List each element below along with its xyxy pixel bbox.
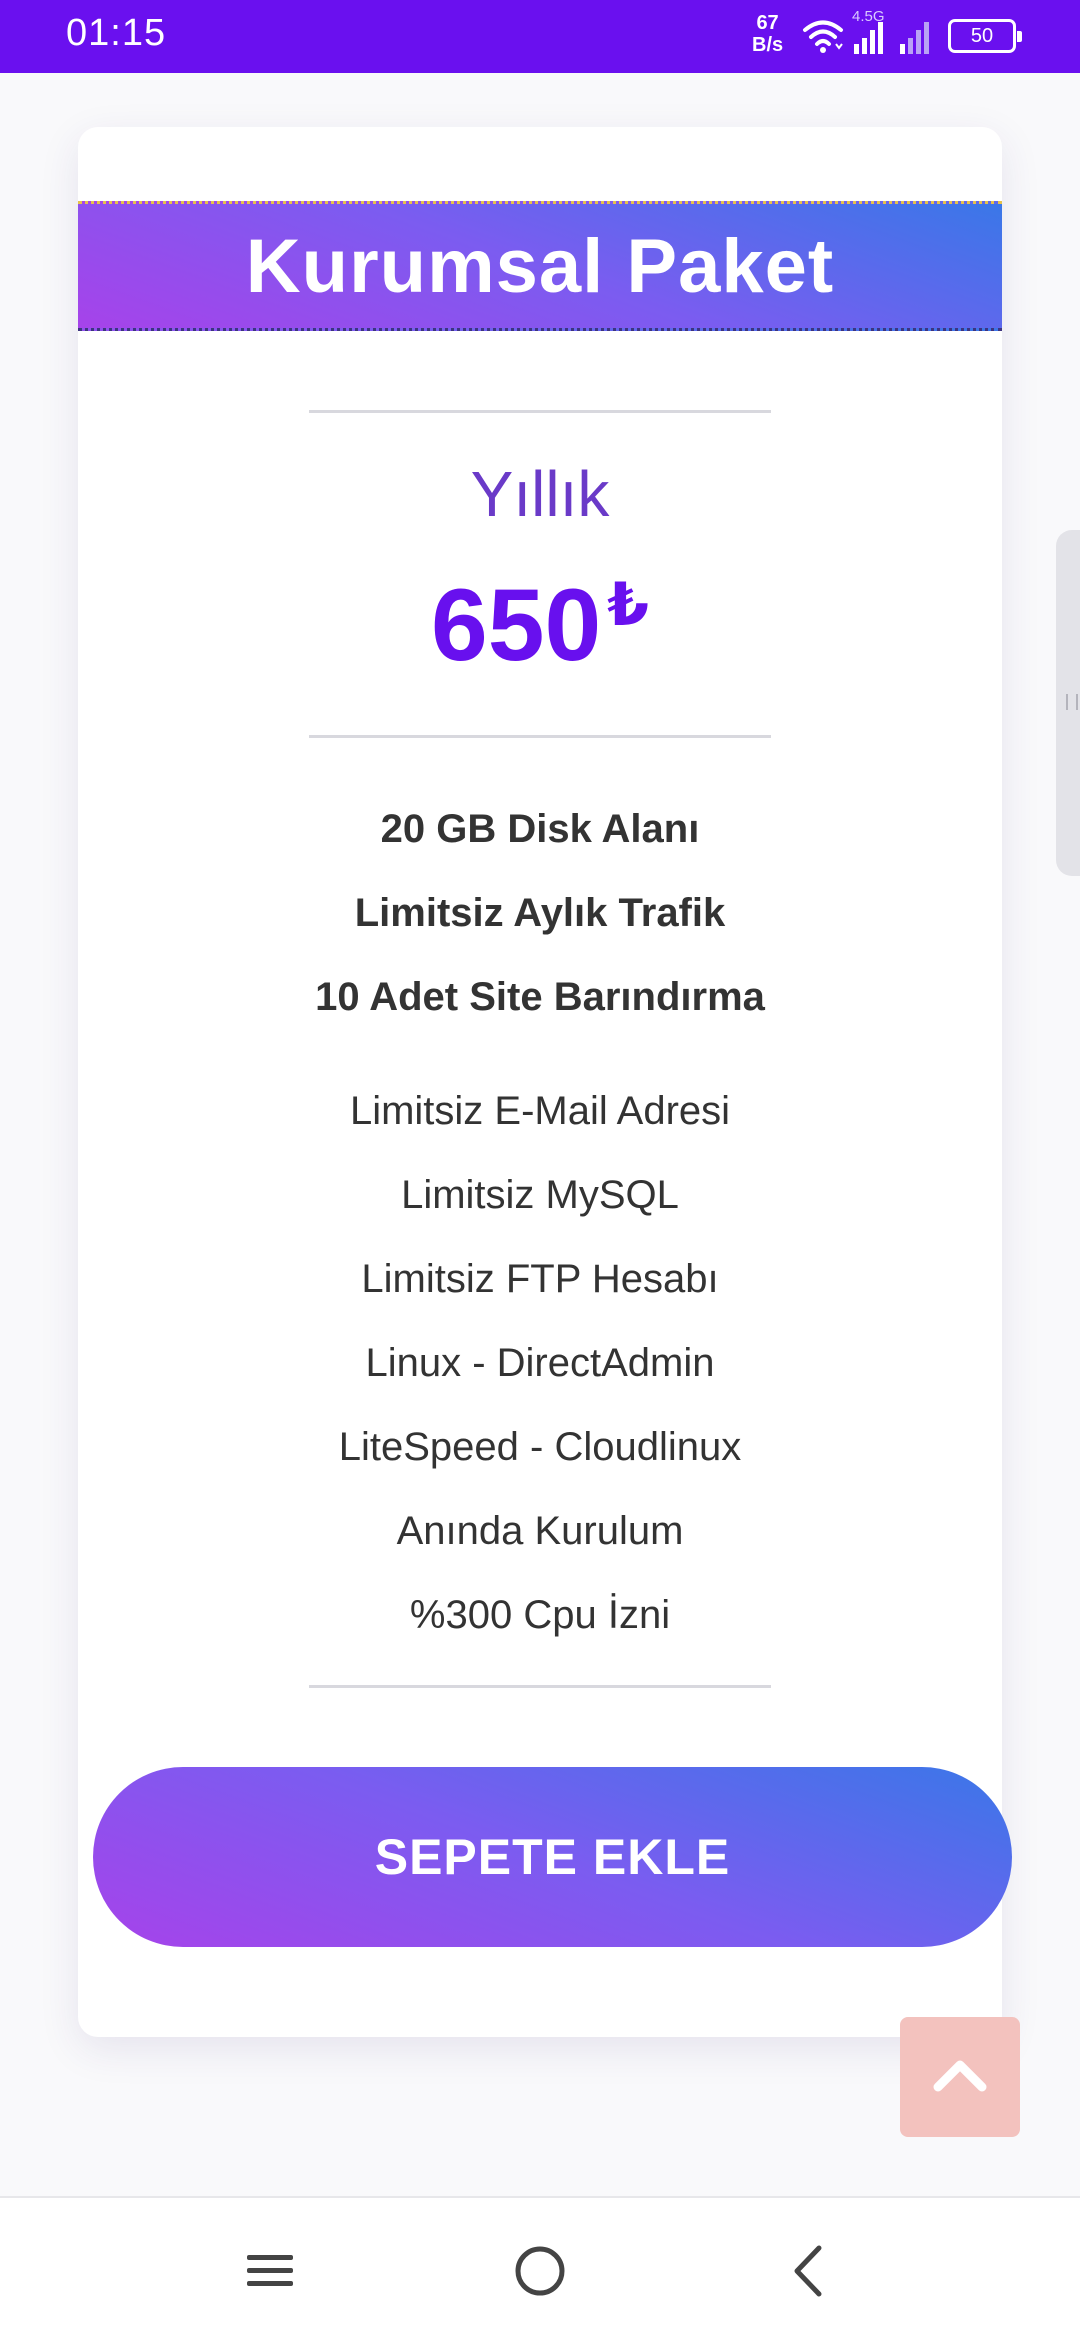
status-bar: 01:15 67 B/s 4.5G 50 xyxy=(0,0,1080,73)
home-circle-icon xyxy=(513,2244,567,2303)
feature-item: Limitsiz FTP Hesabı xyxy=(361,1257,719,1301)
billing-period: Yıllık xyxy=(470,458,610,530)
divider xyxy=(309,1685,771,1688)
wifi-icon xyxy=(802,16,844,61)
add-to-cart-button[interactable]: SEPETE EKLE xyxy=(93,1767,1012,1947)
feature-item: LiteSpeed - Cloudlinux xyxy=(338,1425,742,1469)
battery-icon: 50 xyxy=(948,19,1022,53)
highlight-item: Limitsiz Aylık Trafik xyxy=(354,891,726,935)
system-nav-bar xyxy=(0,2196,1080,2340)
menu-icon xyxy=(245,2251,295,2296)
back-button[interactable] xyxy=(774,2238,844,2308)
menu-button[interactable] xyxy=(235,2238,305,2308)
feature-item: Limitsiz MySQL xyxy=(401,1173,679,1217)
divider xyxy=(309,410,771,413)
feature-item: Linux - DirectAdmin xyxy=(365,1341,715,1385)
network-speed-unit: B/s xyxy=(752,34,784,56)
package-title-band: Kurumsal Paket xyxy=(78,201,1002,331)
home-button[interactable] xyxy=(505,2238,575,2308)
highlight-item: 20 GB Disk Alanı xyxy=(380,807,700,851)
back-to-top-button[interactable] xyxy=(900,2017,1020,2137)
feature-item: Anında Kurulum xyxy=(396,1509,684,1553)
currency-symbol: ₺ xyxy=(607,571,649,638)
price-amount: 650 xyxy=(431,568,602,682)
network-speed-value: 67 xyxy=(756,12,779,34)
feature-item: %300 Cpu İzni xyxy=(409,1593,671,1637)
divider xyxy=(309,735,771,738)
battery-level: 50 xyxy=(970,24,994,47)
scroll-handle[interactable] xyxy=(1056,530,1080,876)
pricing-card: Kurumsal Paket Yıllık 650 ₺ 20 GB Disk Al… xyxy=(78,127,1012,2037)
status-time: 01:15 xyxy=(66,12,167,54)
package-price: 650 ₺ xyxy=(78,567,1002,684)
chevron-up-icon xyxy=(932,2055,988,2100)
signal-weak-icon xyxy=(898,16,934,61)
back-chevron-icon xyxy=(789,2244,829,2303)
package-title: Kurumsal Paket xyxy=(245,223,835,309)
highlight-item: 10 Adet Site Barındırma xyxy=(315,975,765,1019)
network-speed: 67 B/s xyxy=(752,12,783,56)
signal-icon xyxy=(852,16,888,61)
feature-item: Limitsiz E-Mail Adresi xyxy=(349,1089,731,1133)
